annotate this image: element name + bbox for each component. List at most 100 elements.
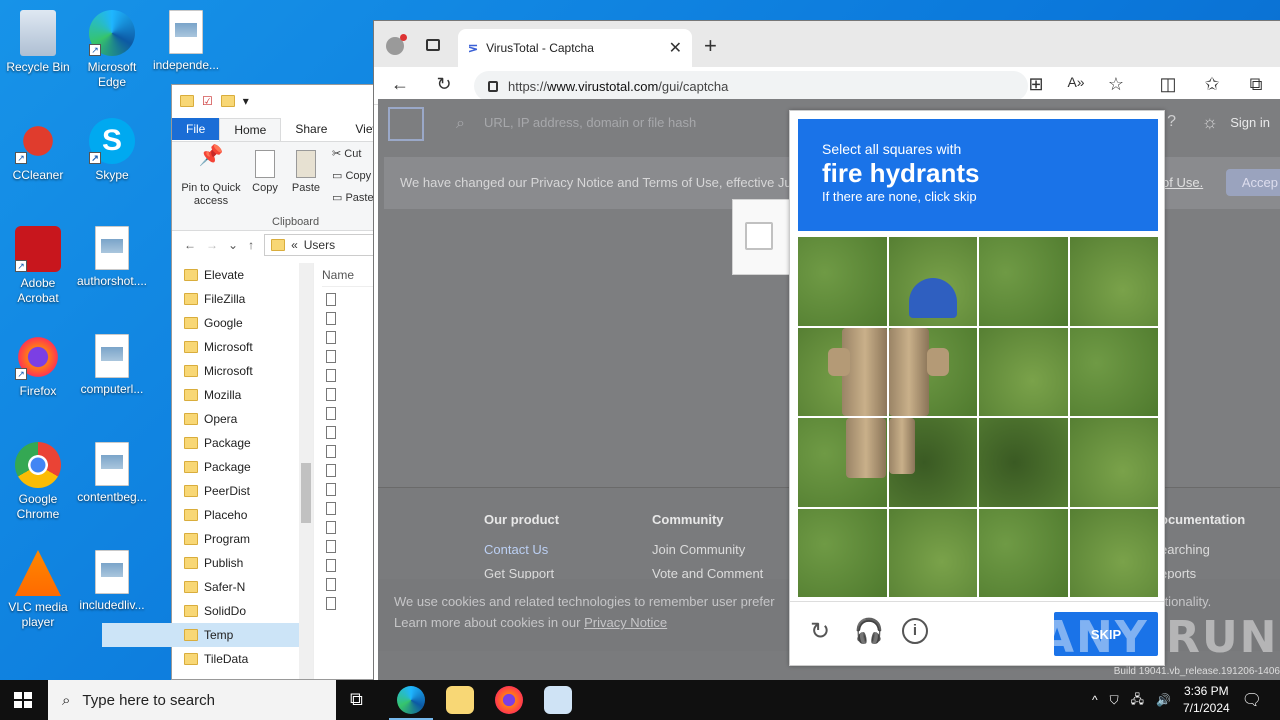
back-arrow-icon[interactable]: ←	[184, 238, 196, 252]
file-icon[interactable]	[326, 483, 336, 496]
column-header-name[interactable]: Name	[322, 263, 375, 287]
captcha-tile[interactable]	[1069, 237, 1158, 326]
file-icon[interactable]	[326, 502, 336, 515]
virustotal-logo-icon[interactable]	[388, 107, 424, 141]
reload-icon[interactable]: ↻	[806, 618, 834, 646]
recaptcha-checkbox[interactable]	[745, 222, 773, 250]
task-view-icon[interactable]: ⧉	[350, 689, 363, 710]
up-arrow-icon[interactable]: ↑	[248, 238, 254, 252]
captcha-tile[interactable]	[979, 237, 1068, 326]
apps-icon[interactable]: ⊞	[1024, 74, 1048, 95]
searching-link[interactable]: earching	[1160, 538, 1245, 562]
desktop-icon-adobe-acrobat[interactable]: ↗ Adobe Acrobat	[0, 220, 76, 306]
desktop-icon-firefox[interactable]: ↗ Firefox	[0, 328, 76, 399]
breadcrumb-overflow-icon[interactable]: «	[291, 238, 298, 252]
file-icon[interactable]	[326, 464, 336, 477]
tab-actions-icon[interactable]	[426, 39, 440, 51]
help-icon[interactable]: ?	[1167, 113, 1176, 131]
tree-item[interactable]: Safer-N	[102, 575, 313, 599]
file-icon[interactable]	[326, 597, 336, 610]
desktop-icon-skype[interactable]: S ↗ Skype	[74, 112, 150, 183]
file-icon[interactable]	[326, 350, 336, 363]
breadcrumb-item[interactable]: Users	[304, 238, 335, 252]
file-icon[interactable]	[326, 521, 336, 534]
tree-item[interactable]: Program	[102, 527, 313, 551]
chevron-up-icon[interactable]: ^	[1092, 693, 1098, 707]
tree-item[interactable]: Opera	[102, 407, 313, 431]
security-icon[interactable]: ⛉	[1110, 693, 1119, 708]
chevron-down-icon[interactable]: ▾	[243, 94, 249, 108]
taskbar-firefox-icon[interactable]	[495, 686, 523, 714]
desktop-icon-google-chrome[interactable]: Google Chrome	[0, 436, 76, 522]
favorite-star-icon[interactable]: ☆	[1104, 74, 1128, 95]
file-icon[interactable]	[326, 559, 336, 572]
captcha-tile[interactable]	[798, 418, 887, 507]
file-icon[interactable]	[326, 331, 336, 344]
captcha-tile[interactable]	[888, 327, 977, 416]
info-icon[interactable]: i	[902, 618, 928, 644]
captcha-tile[interactable]	[1069, 508, 1158, 597]
checkmark-icon[interactable]: ☑	[202, 94, 213, 108]
file-icon[interactable]	[326, 312, 336, 325]
tab-file[interactable]: File	[172, 118, 220, 140]
accept-button[interactable]: Accep	[1225, 169, 1280, 196]
split-screen-icon[interactable]: ◫	[1156, 74, 1180, 95]
captcha-tile[interactable]	[798, 508, 887, 597]
favorites-icon[interactable]: ✩	[1200, 74, 1224, 95]
new-folder-icon[interactable]	[220, 95, 235, 107]
tree-item[interactable]: PeerDist	[102, 479, 313, 503]
notification-icon[interactable]: 🗨	[1242, 690, 1262, 710]
forward-arrow-icon[interactable]: →	[206, 238, 218, 252]
tree-item[interactable]: FileZilla	[102, 287, 313, 311]
refresh-icon[interactable]: ↻	[432, 74, 456, 95]
file-icon[interactable]	[326, 578, 336, 591]
captcha-tile[interactable]	[1069, 418, 1158, 507]
taskbar-search[interactable]: ⌕ Type here to search	[48, 680, 336, 720]
pin-quick-access-button[interactable]: 📌 Pin to Quick access	[176, 146, 246, 208]
tab-share[interactable]: Share	[281, 118, 341, 140]
windows-start-icon[interactable]	[14, 692, 32, 708]
url-field[interactable]: https://www.virustotal.com/gui/captcha	[474, 71, 1028, 101]
cut-button[interactable]: ✂ Cut	[332, 148, 361, 161]
tree-item[interactable]: Package	[102, 431, 313, 455]
privacy-notice-link[interactable]: Privacy Notice	[584, 615, 667, 630]
paste-button[interactable]: Paste	[288, 150, 324, 195]
taskbar-file-explorer-icon[interactable]	[446, 686, 474, 714]
desktop-icon-vlc[interactable]: VLC media player	[0, 544, 76, 630]
desktop-icon-independe[interactable]: independe...	[148, 4, 224, 73]
join-community-link[interactable]: Join Community	[652, 538, 763, 562]
captcha-tile[interactable]	[979, 418, 1068, 507]
new-tab-icon[interactable]: +	[704, 33, 717, 59]
tree-item[interactable]: Placeho	[102, 503, 313, 527]
taskbar-edge-icon[interactable]	[389, 686, 433, 720]
copy-button[interactable]: Copy	[248, 150, 282, 195]
captcha-tile[interactable]	[979, 508, 1068, 597]
desktop-icon-recycle-bin[interactable]: Recycle Bin	[0, 4, 76, 75]
paste-shortcut-button[interactable]: ▭ Paste	[332, 192, 374, 205]
desktop-icon-ccleaner[interactable]: ↗ CCleaner	[0, 112, 76, 183]
tree-item[interactable]: SolidDo	[102, 599, 313, 623]
breadcrumb[interactable]: « Users	[264, 234, 375, 256]
contact-us-link[interactable]: Contact Us	[484, 538, 559, 562]
tab-home[interactable]: Home	[219, 117, 282, 141]
clock[interactable]: 3:36 PM 7/1/2024	[1183, 683, 1230, 717]
tree-item[interactable]: TileData	[102, 647, 313, 671]
file-icon[interactable]	[326, 369, 336, 382]
browser-tab-active[interactable]: ⋝ VirusTotal - Captcha ✕	[458, 29, 692, 67]
captcha-tile[interactable]	[888, 508, 977, 597]
close-tab-icon[interactable]: ✕	[669, 38, 682, 58]
tree-scrollbar[interactable]	[299, 263, 313, 679]
desktop-icon-microsoft-edge[interactable]: ↗ Microsoft Edge	[74, 4, 150, 90]
tree-item[interactable]: Package	[102, 455, 313, 479]
captcha-tile[interactable]	[979, 327, 1068, 416]
copy-path-button[interactable]: ▭ Copy	[332, 170, 371, 183]
volume-icon[interactable]: 🔊	[1156, 693, 1171, 707]
file-icon[interactable]	[326, 388, 336, 401]
read-aloud-icon[interactable]: A»	[1064, 74, 1088, 90]
tree-item[interactable]: Microsoft	[102, 359, 313, 383]
profile-avatar-icon[interactable]	[386, 34, 407, 55]
theme-sun-icon[interactable]: ☼	[1202, 112, 1219, 133]
vt-search-input[interactable]: URL, IP address, domain or file hash	[484, 115, 696, 130]
sign-in-link[interactable]: Sign in	[1230, 115, 1270, 130]
network-icon[interactable]: 🖧	[1131, 690, 1144, 711]
